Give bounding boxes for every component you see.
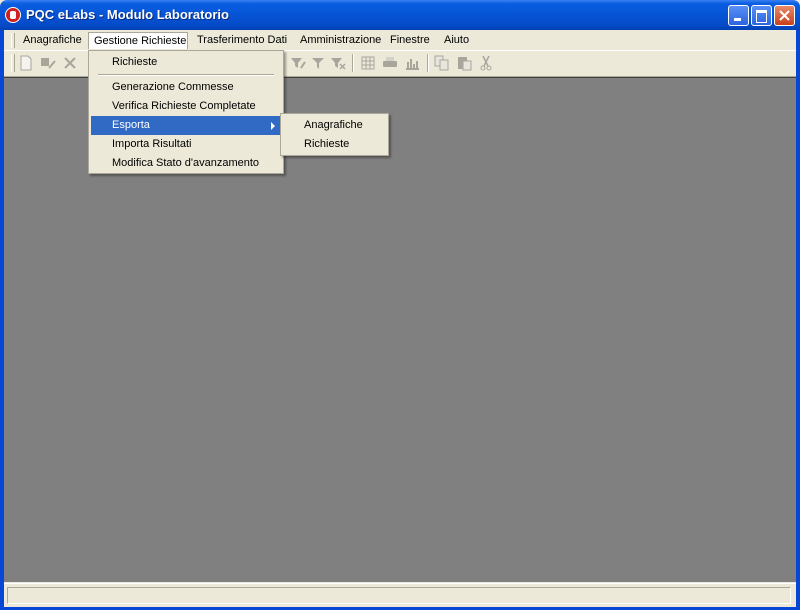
menu-finestre[interactable]: Finestre: [385, 32, 435, 49]
menu-anagrafiche[interactable]: Anagrafiche: [18, 32, 87, 49]
menu-label: Anagrafiche: [23, 34, 82, 46]
close-icon: [779, 10, 790, 21]
submenu-esporta: Anagrafiche Richieste: [280, 113, 389, 156]
app-icon[interactable]: [5, 7, 21, 23]
close-button[interactable]: [774, 5, 795, 26]
menuitem-label: Generazione Commesse: [112, 81, 234, 93]
menuitem-modifica-stato[interactable]: Modifica Stato d'avanzamento: [91, 154, 281, 173]
toolbar-separator: [352, 54, 354, 72]
window-title: PQC eLabs - Modulo Laboratorio: [26, 7, 229, 22]
menu-bar: Anagrafiche Gestione Richieste Trasferim…: [4, 30, 796, 51]
window-frame-right: [796, 30, 800, 610]
menuitem-label: Importa Risultati: [112, 138, 192, 150]
menu-label: Gestione Richieste: [94, 35, 187, 47]
status-bar: [4, 583, 796, 607]
menu-aiuto[interactable]: Aiuto: [439, 32, 474, 49]
menuitem-verifica-richieste-completate[interactable]: Verifica Richieste Completate: [91, 97, 281, 116]
filter-icon[interactable]: [310, 55, 326, 71]
delete-icon[interactable]: [62, 55, 78, 71]
submenuitem-richieste[interactable]: Richieste: [283, 135, 386, 154]
toolbar-separator: [427, 54, 429, 72]
submenu-arrow-icon: [271, 122, 275, 130]
minimize-button[interactable]: [728, 5, 749, 26]
title-bar[interactable]: PQC eLabs - Modulo Laboratorio: [0, 0, 800, 30]
filter-remove-icon[interactable]: [330, 55, 346, 71]
chart-icon[interactable]: [404, 55, 420, 71]
paste-icon[interactable]: [456, 55, 472, 71]
menubar-grip[interactable]: [11, 33, 15, 48]
copy-icon[interactable]: [434, 55, 450, 71]
status-panel: [7, 587, 791, 604]
menu-trasferimento-dati[interactable]: Trasferimento Dati: [192, 32, 292, 49]
menuitem-label: Esporta: [112, 119, 150, 131]
cut-icon[interactable]: [478, 55, 494, 71]
menuitem-generazione-commesse[interactable]: Generazione Commesse: [91, 78, 281, 97]
menu-amministrazione[interactable]: Amministrazione: [295, 32, 386, 49]
toolbar-grip[interactable]: [11, 54, 15, 72]
menuitem-label: Anagrafiche: [304, 119, 363, 131]
print-icon[interactable]: [382, 55, 398, 71]
maximize-button[interactable]: [751, 5, 772, 26]
table-icon[interactable]: [360, 55, 376, 71]
menu-gestione-richieste[interactable]: Gestione Richieste: [88, 32, 188, 49]
menuitem-label: Richieste: [112, 56, 158, 68]
menuitem-richieste[interactable]: Richieste: [91, 53, 281, 72]
submenuitem-anagrafiche[interactable]: Anagrafiche: [283, 116, 386, 135]
menu-label: Amministrazione: [300, 34, 382, 46]
new-document-icon[interactable]: [18, 55, 34, 71]
dropdown-gestione-richieste: Richieste Generazione Commesse Verifica …: [88, 50, 284, 174]
menuitem-label: Verifica Richieste Completate: [112, 100, 256, 112]
menu-label: Aiuto: [444, 34, 470, 46]
menuitem-label: Modifica Stato d'avanzamento: [112, 157, 260, 169]
menuitem-importa-risultati[interactable]: Importa Risultati: [91, 135, 281, 154]
edit-icon[interactable]: [40, 55, 56, 71]
menuitem-label: Richieste: [304, 138, 350, 150]
filter-edit-icon[interactable]: [290, 55, 306, 71]
menuitem-esporta[interactable]: Esporta: [91, 116, 281, 135]
menu-label: Trasferimento Dati: [197, 34, 288, 46]
menu-separator: [98, 74, 274, 76]
menu-label: Finestre: [390, 34, 430, 46]
